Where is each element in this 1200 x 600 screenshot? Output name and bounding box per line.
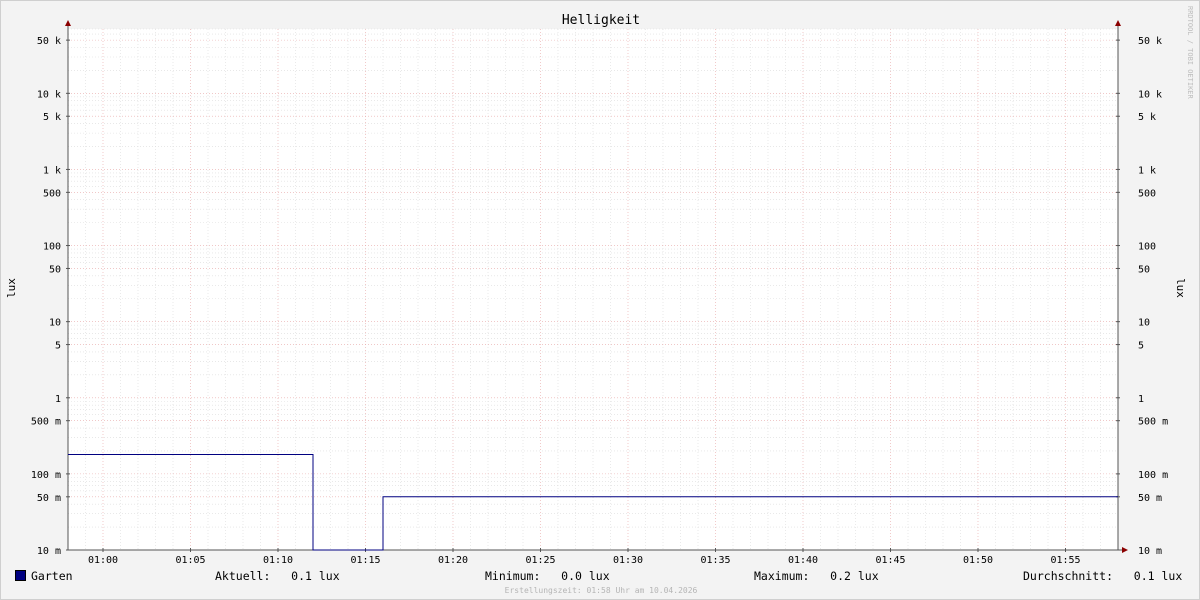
- y-tick-label-left: 1 k: [43, 165, 61, 176]
- x-tick-label: 01:30: [613, 555, 643, 566]
- y-tick-label-left: 50 m: [37, 493, 61, 504]
- y-tick-label-right: 500: [1138, 188, 1156, 199]
- watermark: RRDTOOL / TOBI OETIKER: [1186, 6, 1194, 100]
- y-tick-label-right: 5: [1138, 341, 1144, 352]
- y-tick-label-right: 100 m: [1138, 470, 1168, 481]
- y-axis-label-left: lux: [5, 278, 18, 298]
- chart-svg: 50 k 50 k10 k 10 k5 k5 k1 k1 k500 500100 100…: [5, 6, 1194, 595]
- y-tick-label-left: 5: [55, 341, 61, 352]
- legend-current-value: 0.1 lux: [291, 569, 340, 583]
- x-tick-label: 01:15: [350, 555, 380, 566]
- x-tick-label: 01:00: [88, 555, 118, 566]
- y-tick-label-right: 50 k: [1138, 36, 1162, 47]
- y-tick-label-right: 10 k: [1138, 89, 1162, 100]
- footer-timestamp: Erstellungszeit: 01:58 Uhr am 10.04.2026: [505, 586, 698, 595]
- x-axis-arrow: [1122, 547, 1128, 553]
- y-tick-label-right: 10: [1138, 318, 1150, 329]
- y-tick-label-left: 100 m: [31, 470, 61, 481]
- y-tick-label-right: 10 m: [1138, 546, 1162, 557]
- legend-minimum: Minimum: 0.0 lux: [485, 569, 610, 583]
- legend-avg-value: 0.1 lux: [1133, 569, 1183, 583]
- legend-max-label: Maximum:: [754, 569, 810, 583]
- y-tick-label-left: 100: [43, 242, 61, 253]
- y-tick-label-left: 10 m: [37, 546, 61, 557]
- y-tick-label-right: 1: [1138, 394, 1144, 405]
- y-tick-label-right: 5 k: [1138, 112, 1156, 123]
- legend-series: Garten: [15, 569, 73, 583]
- y-tick-label-left: 10 k: [37, 89, 61, 100]
- y-axis-right-arrow: [1115, 20, 1121, 26]
- y-tick-label-right: 50: [1138, 264, 1150, 275]
- x-tick-label: 01:45: [875, 555, 905, 566]
- legend-swatch: [15, 570, 26, 581]
- y-tick-label-left: 500 m: [31, 417, 61, 428]
- legend-min-label: Minimum:: [485, 569, 541, 583]
- legend: Garten Aktuell: 0.1 lux Minimum: 0.0 lux…: [1, 569, 1199, 585]
- legend-maximum: Maximum: 0.2 lux: [754, 569, 879, 583]
- chart-title: Helligkeit: [562, 13, 640, 28]
- legend-max-value: 0.2 lux: [830, 569, 879, 583]
- y-tick-label-right: 1 k: [1138, 165, 1156, 176]
- legend-min-value: 0.0 lux: [561, 569, 610, 583]
- legend-current: Aktuell: 0.1 lux: [215, 569, 340, 583]
- legend-current-label: Aktuell:: [215, 569, 271, 583]
- y-tick-label-left: 5 k: [43, 112, 61, 123]
- x-tick-label: 01:35: [700, 555, 730, 566]
- legend-average: Durchschnitt: 0.1 lux: [1023, 569, 1182, 583]
- x-tick-label: 01:10: [263, 555, 293, 566]
- y-tick-label-right: 50 m: [1138, 493, 1162, 504]
- x-tick-label: 01:25: [525, 555, 555, 566]
- y-tick-label-left: 500: [43, 188, 61, 199]
- y-tick-label-left: 10: [49, 318, 61, 329]
- y-tick-label-left: 50 k: [37, 36, 61, 47]
- legend-avg-label: Durchschnitt:: [1023, 569, 1114, 583]
- y-tick-label-left: 1: [55, 394, 61, 405]
- x-tick-label: 01:55: [1050, 555, 1080, 566]
- legend-series-name: Garten: [31, 569, 73, 583]
- x-tick-label: 01:20: [438, 555, 468, 566]
- chart-frame: 50 k 50 k 10 k 10 k5 k5 k1 k1 k 500 500 100 100…: [0, 0, 1200, 600]
- y-axis-label-right: lux: [1174, 278, 1187, 298]
- y-tick-label-right: 500 m: [1138, 417, 1168, 428]
- y-tick-label-left: 50: [49, 264, 61, 275]
- y-tick-label-right: 100: [1138, 242, 1156, 253]
- x-tick-label: 01:50: [963, 555, 993, 566]
- y-axis-left-arrow: [65, 20, 71, 26]
- x-tick-label: 01:40: [788, 555, 818, 566]
- x-tick-label: 01:05: [175, 555, 205, 566]
